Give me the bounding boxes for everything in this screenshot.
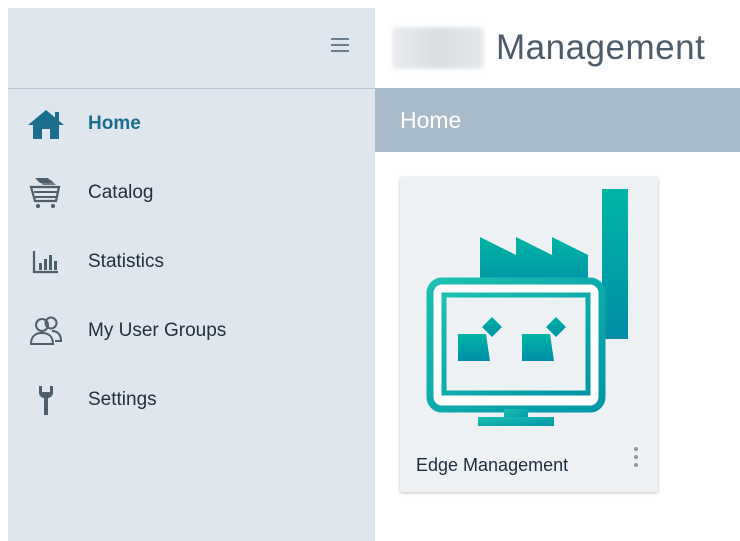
home-icon [24, 107, 68, 141]
kebab-menu-icon[interactable] [632, 447, 640, 473]
sidebar-item-label: Catalog [88, 181, 154, 203]
company-logo [392, 27, 484, 69]
factory-monitor-icon [426, 189, 636, 429]
sidebar-item-home[interactable]: Home [8, 89, 375, 158]
breadcrumb-current[interactable]: Home [400, 107, 461, 134]
breadcrumb: Home [375, 88, 740, 152]
cart-icon [24, 176, 68, 210]
sidebar-item-label: Home [88, 112, 141, 134]
sidebar-item-statistics[interactable]: Statistics [8, 227, 375, 296]
sidebar-item-settings[interactable]: Settings [8, 365, 375, 434]
wrench-icon [24, 383, 68, 417]
sidebar-item-label: Statistics [88, 250, 165, 272]
bar-chart-icon [24, 245, 68, 279]
tile-label: Edge Management [416, 455, 569, 475]
sidebar-header [8, 8, 375, 89]
sidebar-item-user-groups[interactable]: My User Groups [8, 296, 375, 365]
app-tile-edge-management[interactable]: Edge Management [400, 177, 658, 492]
sidebar-nav: Home Catalog Statistics My User Groups S… [8, 89, 375, 434]
page-title: Management [496, 28, 706, 67]
hamburger-icon[interactable] [331, 38, 349, 54]
sidebar-item-catalog[interactable]: Catalog [8, 158, 375, 227]
sidebar: Home Catalog Statistics My User Groups S… [8, 8, 375, 541]
sidebar-item-label: Settings [88, 388, 157, 410]
app-title: Management [392, 20, 705, 76]
sidebar-item-label: My User Groups [88, 319, 227, 341]
user-group-icon [24, 314, 68, 348]
